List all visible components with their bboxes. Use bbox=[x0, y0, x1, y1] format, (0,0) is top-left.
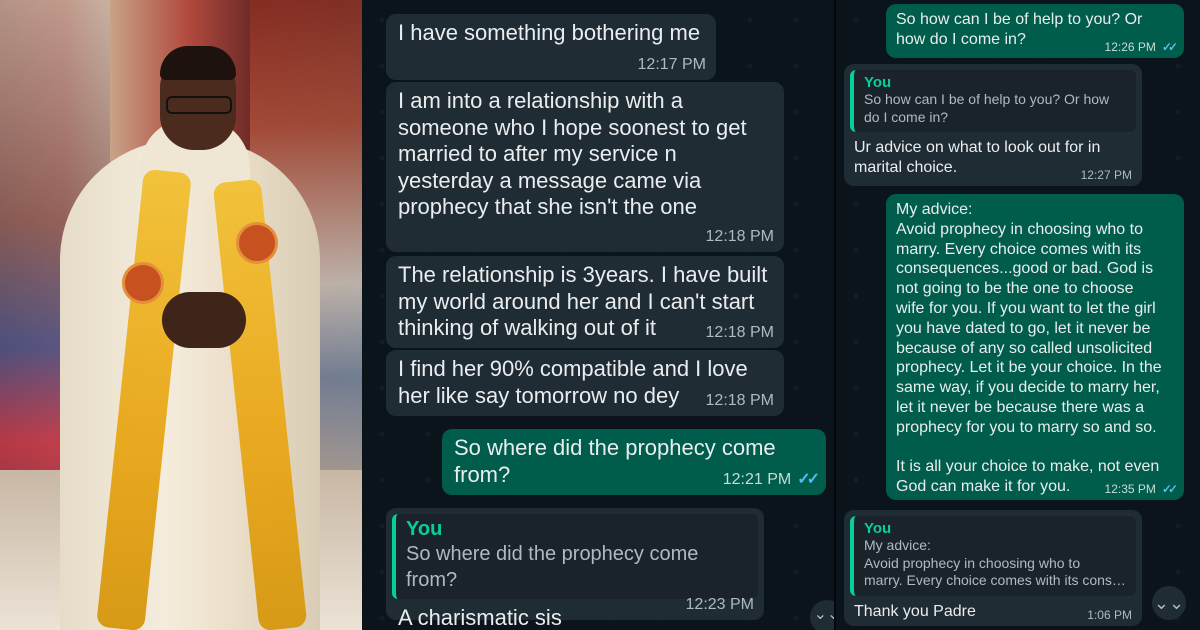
chat-panel-middle[interactable]: I have something bothering me 12:17 PM I… bbox=[362, 0, 834, 630]
message-time: 12:27 PM bbox=[1080, 168, 1132, 182]
quote-text: My advice: Avoid prophecy in choosing wh… bbox=[864, 537, 1126, 588]
quote-author: You bbox=[864, 74, 892, 91]
message-bubble[interactable]: I am into a relationship with a someone … bbox=[386, 82, 784, 252]
message-time: 12:17 PM bbox=[637, 56, 706, 73]
quoted-message[interactable]: You So where did the prophecy come from? bbox=[392, 514, 758, 599]
message-text: My advice: Avoid prophecy in choosing wh… bbox=[896, 201, 1162, 496]
quoted-message[interactable]: You My advice: Avoid prophecy in choosin… bbox=[850, 516, 1136, 596]
quote-author: You bbox=[864, 520, 892, 537]
message-time: 12:21 PM ✓✓ bbox=[722, 471, 820, 488]
read-receipt-icon: ✓✓ bbox=[1161, 40, 1178, 54]
message-text: I have something bothering me bbox=[398, 20, 701, 45]
message-bubble[interactable]: You So where did the prophecy come from?… bbox=[386, 508, 764, 630]
message-bubble[interactable]: So how can I be of help to you? Or how d… bbox=[886, 4, 1184, 58]
message-time: 1:06 PM bbox=[1087, 608, 1132, 622]
message-bubble[interactable]: So where did the prophecy come from? 12:… bbox=[442, 429, 826, 495]
quote-text: So where did the prophecy come from? bbox=[406, 543, 704, 591]
read-receipt-icon: ✓✓ bbox=[1161, 482, 1178, 496]
message-time: 12:18 PM bbox=[705, 324, 774, 341]
message-bubble[interactable]: You So how can I be of help to you? Or h… bbox=[844, 64, 1142, 186]
priest-photo bbox=[0, 0, 362, 630]
scroll-down-icon[interactable]: ⌄⌄ bbox=[1152, 586, 1186, 620]
message-time: 12:18 PM bbox=[705, 228, 774, 245]
message-bubble[interactable]: You My advice: Avoid prophecy in choosin… bbox=[844, 510, 1142, 626]
message-time: 12:35 PM ✓✓ bbox=[1104, 482, 1179, 496]
message-time: 12:26 PM ✓✓ bbox=[1104, 40, 1179, 54]
message-time: 12:23 PM bbox=[685, 596, 754, 613]
quote-text: So how can I be of help to you? Or how d… bbox=[864, 91, 1110, 125]
scroll-down-icon[interactable]: ⌄⌄ bbox=[810, 600, 834, 630]
message-bubble[interactable]: I have something bothering me 12:17 PM bbox=[386, 14, 716, 80]
message-bubble[interactable]: I find her 90% compatible and I love her… bbox=[386, 350, 784, 416]
quote-author: You bbox=[406, 518, 443, 540]
quoted-message[interactable]: You So how can I be of help to you? Or h… bbox=[850, 70, 1136, 132]
message-text: I am into a relationship with a someone … bbox=[398, 88, 747, 219]
chat-panel-right[interactable]: So how can I be of help to you? Or how d… bbox=[834, 0, 1200, 630]
message-bubble[interactable]: The relationship is 3years. I have built… bbox=[386, 256, 784, 348]
read-receipt-icon: ✓✓ bbox=[797, 471, 820, 488]
message-bubble[interactable]: My advice: Avoid prophecy in choosing wh… bbox=[886, 194, 1184, 500]
message-time: 12:18 PM bbox=[705, 392, 774, 409]
